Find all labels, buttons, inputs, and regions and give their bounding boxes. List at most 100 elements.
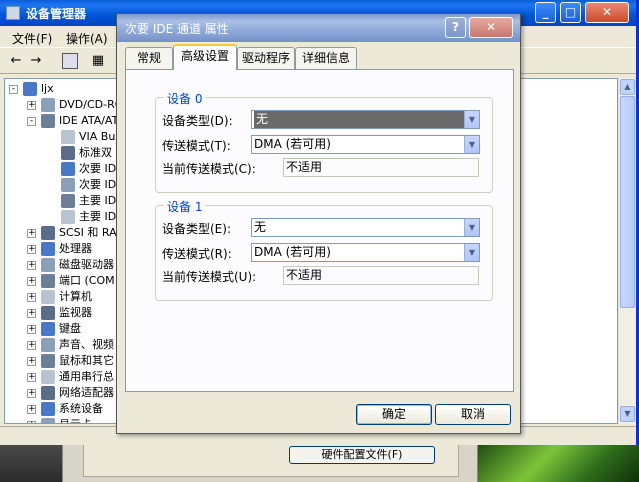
tab-driver[interactable]: 驱动程序 bbox=[237, 47, 295, 69]
device-icon bbox=[61, 130, 75, 144]
tree-item-label: 网络适配器 bbox=[59, 386, 114, 399]
advanced-settings-panel: 设备 0 设备类型(D): 无 ▼ 传送模式(T): DMA (若可用) ▼ 当… bbox=[125, 69, 514, 392]
device-icon bbox=[41, 338, 55, 352]
device-icon bbox=[41, 402, 55, 416]
console-tree-icon[interactable] bbox=[62, 53, 78, 69]
tree-item-label: 次要 ID bbox=[79, 178, 117, 191]
help-button[interactable]: ? bbox=[445, 17, 466, 38]
device-0-type-value: 无 bbox=[254, 111, 466, 128]
expand-icon[interactable]: + bbox=[27, 341, 36, 350]
device-1-group: 设备 1 设备类型(E): 无 ▼ 传送模式(R): DMA (若可用) ▼ 当… bbox=[155, 198, 493, 301]
device-0-group-title: 设备 0 bbox=[164, 90, 206, 107]
device-icon bbox=[41, 226, 55, 240]
back-icon[interactable]: ← bbox=[8, 53, 24, 69]
device-icon bbox=[41, 274, 55, 288]
tree-item-label: 磁盘驱动器 bbox=[59, 258, 114, 271]
collapse-icon[interactable]: - bbox=[9, 85, 18, 94]
scroll-up-icon[interactable]: ▲ bbox=[620, 79, 635, 95]
device-icon bbox=[41, 242, 55, 256]
properties-icon[interactable]: ▦ bbox=[90, 53, 106, 69]
tree-item-label: 处理器 bbox=[59, 242, 92, 255]
device-0-type-select[interactable]: 无 ▼ bbox=[251, 110, 480, 129]
device-manager-icon bbox=[6, 6, 20, 20]
tree-item-label: DVD/CD-RO bbox=[59, 98, 124, 111]
tree-item-label: ljx bbox=[41, 82, 54, 95]
dialog-title: 次要 IDE 通道 属性 bbox=[125, 22, 229, 36]
tree-item-label: 端口 (COM bbox=[59, 274, 115, 287]
collapse-icon[interactable]: - bbox=[27, 117, 36, 126]
device-1-type-select[interactable]: 无 ▼ bbox=[251, 218, 480, 237]
hardware-profile-button[interactable]: 硬件配置文件(F) bbox=[289, 446, 435, 464]
device-icon bbox=[61, 178, 75, 192]
expand-icon[interactable]: + bbox=[27, 101, 36, 110]
expand-icon[interactable]: + bbox=[27, 277, 36, 286]
vertical-scrollbar[interactable]: ▲ ▼ bbox=[618, 78, 635, 424]
expand-icon[interactable]: + bbox=[27, 309, 36, 318]
device-0-mode-select[interactable]: DMA (若可用) ▼ bbox=[251, 135, 480, 154]
device-icon bbox=[61, 162, 75, 176]
expand-icon[interactable]: + bbox=[27, 357, 36, 366]
device-icon bbox=[61, 210, 75, 224]
device-icon bbox=[41, 98, 55, 112]
device-1-mode-select[interactable]: DMA (若可用) ▼ bbox=[251, 243, 480, 262]
device-manager-title: 设备管理器 bbox=[26, 7, 87, 21]
maximize-button[interactable]: □ bbox=[560, 2, 581, 23]
tab-details[interactable]: 详细信息 bbox=[295, 47, 357, 69]
device-0-current-value: 不适用 bbox=[283, 158, 479, 177]
device-icon bbox=[41, 370, 55, 384]
device-icon bbox=[41, 386, 55, 400]
expand-icon[interactable]: + bbox=[27, 245, 36, 254]
device-1-current-label: 当前传送模式(U): bbox=[162, 270, 257, 284]
device-icon bbox=[41, 322, 55, 336]
device-1-group-title: 设备 1 bbox=[164, 198, 206, 215]
chevron-down-icon[interactable]: ▼ bbox=[464, 219, 479, 236]
tree-item-label: 监视器 bbox=[59, 306, 92, 319]
tree-item-label: SCSI 和 RA bbox=[59, 226, 117, 239]
device-icon bbox=[23, 82, 37, 96]
scroll-down-icon[interactable]: ▼ bbox=[620, 406, 635, 422]
device-1-type-value: 无 bbox=[254, 220, 267, 234]
menu-file[interactable]: 文件(F) bbox=[12, 30, 52, 47]
chevron-down-icon[interactable]: ▼ bbox=[464, 244, 479, 261]
tab-general[interactable]: 常规 bbox=[125, 47, 173, 69]
device-icon bbox=[41, 306, 55, 320]
tree-item-label: 次要 ID bbox=[79, 162, 117, 175]
minimize-button[interactable]: _ bbox=[535, 2, 556, 23]
expand-icon[interactable]: + bbox=[27, 229, 36, 238]
tab-advanced-settings[interactable]: 高级设置 bbox=[173, 44, 237, 70]
forward-icon[interactable]: → bbox=[28, 53, 44, 69]
device-1-mode-label: 传送模式(R): bbox=[162, 247, 232, 261]
device-0-current-label: 当前传送模式(C): bbox=[162, 162, 256, 176]
tree-item-label: 鼠标和其它 bbox=[59, 354, 114, 367]
tree-item-label: IDE ATA/AT bbox=[59, 114, 119, 127]
device-0-mode-label: 传送模式(T): bbox=[162, 139, 231, 153]
expand-icon[interactable]: + bbox=[27, 293, 36, 302]
expand-icon[interactable]: + bbox=[27, 261, 36, 270]
scroll-thumb[interactable] bbox=[620, 96, 635, 308]
tree-item-label: 系统设备 bbox=[59, 402, 103, 415]
close-button[interactable]: ✕ bbox=[585, 2, 629, 23]
ok-button[interactable]: 确定 bbox=[356, 404, 432, 425]
cancel-button[interactable]: 取消 bbox=[435, 404, 511, 425]
ide-channel-properties-dialog: 次要 IDE 通道 属性 ? ✕ 常规 高级设置 驱动程序 详细信息 设备 0 … bbox=[116, 13, 521, 434]
tree-item-label: 主要 ID bbox=[79, 210, 117, 223]
device-0-type-label: 设备类型(D): bbox=[162, 114, 233, 128]
expand-icon[interactable]: + bbox=[27, 421, 36, 423]
dialog-titlebar: 次要 IDE 通道 属性 ? ✕ bbox=[117, 14, 520, 42]
expand-icon[interactable]: + bbox=[27, 325, 36, 334]
device-0-group: 设备 0 设备类型(D): 无 ▼ 传送模式(T): DMA (若可用) ▼ 当… bbox=[155, 90, 493, 193]
tree-item-label: VIA Bus bbox=[79, 130, 122, 143]
device-icon bbox=[41, 114, 55, 128]
expand-icon[interactable]: + bbox=[27, 373, 36, 382]
expand-icon[interactable]: + bbox=[27, 405, 36, 414]
expand-icon[interactable]: + bbox=[27, 389, 36, 398]
device-icon bbox=[41, 418, 55, 423]
device-icon bbox=[41, 258, 55, 272]
device-icon bbox=[41, 290, 55, 304]
menu-action[interactable]: 操作(A) bbox=[66, 30, 108, 47]
chevron-down-icon[interactable]: ▼ bbox=[464, 111, 479, 128]
dialog-close-button[interactable]: ✕ bbox=[469, 17, 513, 38]
chevron-down-icon[interactable]: ▼ bbox=[464, 136, 479, 153]
device-1-current-value: 不适用 bbox=[283, 266, 479, 285]
tree-item-label: 主要 ID bbox=[79, 194, 117, 207]
